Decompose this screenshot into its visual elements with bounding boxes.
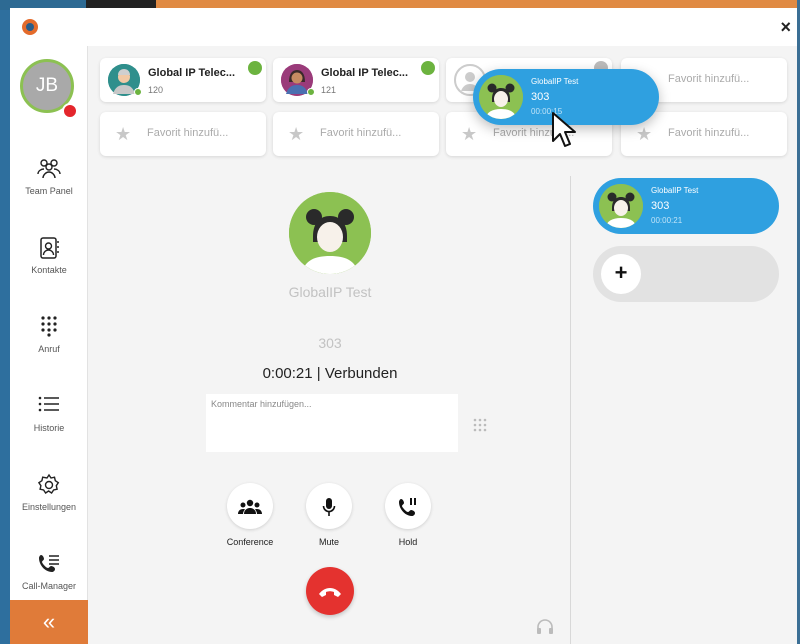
sidebar-item-contacts[interactable]: Kontakte [10,236,88,275]
contacts-icon [10,236,88,262]
comment-input[interactable] [206,394,458,452]
title-bar: × [10,8,797,46]
sidebar-item-team-panel[interactable]: Team Panel [10,157,88,196]
active-call-name: GlobalIP Test [651,186,699,195]
microphone-icon [306,483,352,529]
favorite-contact-card[interactable]: Global IP Telec... 120 [100,58,266,102]
call-manager-icon [10,552,88,578]
star-icon: ★ [115,124,132,144]
add-favorite-label: Favorit hinzufü... [668,73,750,85]
sidebar-item-label: Einstellungen [21,502,77,512]
contact-extension: 120 [148,85,164,95]
collapse-sidebar-button[interactable]: « [10,600,88,644]
sidebar-item-label: Anruf [38,344,60,354]
dialpad-icon [10,315,88,341]
team-icon [10,157,88,183]
new-call-slot: + [593,246,779,302]
presence-available-icon [248,61,262,75]
active-call-number: 303 [651,200,670,212]
caller-name: GlobalIP Test [288,284,372,300]
add-favorite-label: Favorit hinzufü... [147,127,229,139]
presence-available-icon [421,61,435,75]
hangup-button[interactable] [306,567,354,615]
dialpad-icon[interactable] [473,418,487,435]
conference-icon [227,483,273,529]
sidebar-item-label: Team Panel [25,186,73,196]
caller-avatar [599,184,643,228]
add-favorite-label: Favorit hinzufü... [668,127,750,139]
sidebar-item-label: Historie [33,423,65,433]
star-icon: ★ [636,124,653,144]
mouse-cursor-icon [552,112,576,147]
sidebar-item-settings[interactable]: Einstellungen [10,473,88,512]
add-favorite-slot[interactable]: ★ Favorit hinzufü... [273,112,439,156]
sidebar-item-call[interactable]: Anruf [10,315,88,354]
history-icon [10,394,88,420]
sidebar-item-history[interactable]: Historie [10,394,88,433]
hold-label: Hold [398,537,418,547]
contact-extension: 121 [321,85,337,95]
star-icon: ★ [288,124,305,144]
caller-number: 303 [318,335,342,351]
app-window: × JB Team Panel Kontakte Anruf Historie … [10,8,797,644]
contact-name: Global IP Telec... [148,67,236,79]
conference-button[interactable]: Conference [215,483,285,547]
conference-label: Conference [226,537,274,547]
app-logo-icon [22,19,38,35]
add-call-button[interactable]: + [601,254,641,294]
gear-icon [10,473,88,499]
presence-icon [134,88,142,96]
presence-icon [307,88,315,96]
star-icon: ★ [461,124,478,144]
active-call-card[interactable]: GlobalIP Test 303 00:00:21 [593,178,779,234]
add-favorite-slot[interactable]: ★ Favorit hinzufü... [100,112,266,156]
headset-icon[interactable] [535,617,555,642]
dragged-call-name: GlobalIP Test [531,77,579,86]
sidebar: JB Team Panel Kontakte Anruf Historie Ei… [10,46,88,644]
hold-button[interactable]: Hold [373,483,443,547]
favorite-contact-card[interactable]: Global IP Telec... 121 [273,58,439,102]
mute-label: Mute [318,537,339,547]
add-favorite-label: Favorit hinzufü... [320,127,402,139]
sidebar-item-label: Call-Manager [21,581,77,591]
active-call-duration: 00:00:21 [651,216,683,225]
busy-status-icon [62,103,78,119]
dragged-call-number: 303 [531,91,550,103]
close-button[interactable]: × [780,17,791,38]
contact-name: Global IP Telec... [321,67,409,79]
caller-avatar [479,75,523,119]
sidebar-item-label: Kontakte [31,265,67,275]
caller-avatar [289,192,371,274]
hangup-phone-icon [319,587,341,597]
panel-divider [570,176,571,644]
call-status: 0:00:21 | Verbunden [262,365,398,382]
mute-button[interactable]: Mute [294,483,364,547]
phone-pause-icon [385,483,431,529]
sidebar-item-call-manager[interactable]: Call-Manager [10,552,88,591]
